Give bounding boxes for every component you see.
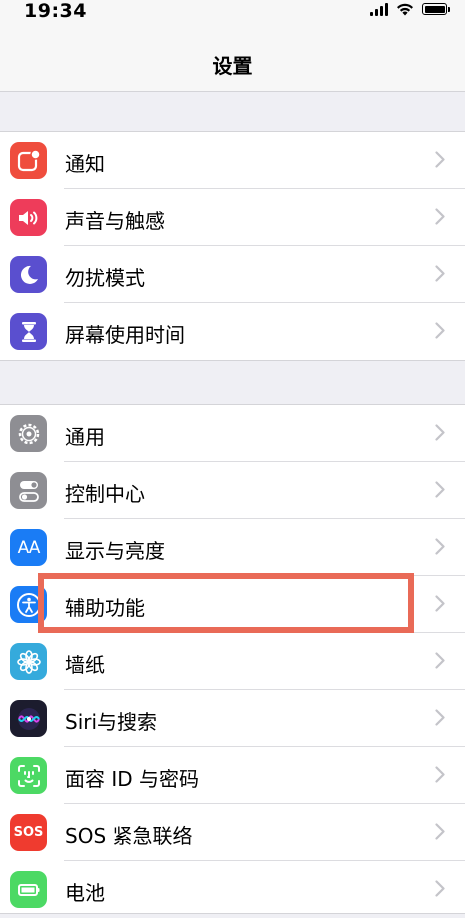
wifi-icon (397, 3, 413, 16)
chevron-right-icon (435, 878, 445, 898)
settings-row-label: 通用 (65, 425, 105, 449)
chevron-right-icon (435, 707, 445, 727)
status-bar: 19:34 (0, 0, 465, 22)
siri-icon (10, 700, 47, 737)
chevron-right-icon (435, 479, 445, 499)
chevron-right-icon (435, 536, 445, 556)
speaker-icon (10, 199, 47, 236)
accessibility-icon (10, 586, 47, 623)
settings-row-accessibility[interactable]: 辅助功能 (0, 576, 465, 633)
settings-row-label: 勿扰模式 (65, 266, 145, 290)
settings-row-general[interactable]: 通用 (0, 405, 465, 462)
settings-row-emergency-sos[interactable]: SOS SOS 紧急联络 (0, 804, 465, 861)
settings-row-wallpaper[interactable]: 墙纸 (0, 633, 465, 690)
settings-row-label: 显示与亮度 (65, 539, 165, 563)
settings-row-label: 面容 ID 与密码 (65, 767, 200, 791)
chevron-right-icon (435, 320, 445, 340)
status-icons (370, 2, 450, 16)
settings-row-battery[interactable]: 电池 (0, 861, 465, 918)
chevron-right-icon (435, 263, 445, 283)
settings-row-notifications[interactable]: 通知 (0, 132, 465, 189)
face-id-icon (10, 757, 47, 794)
sos-icon: SOS (10, 814, 47, 851)
chevron-right-icon (435, 821, 445, 841)
settings-row-sounds-haptics[interactable]: 声音与触感 (0, 189, 465, 246)
cellular-signal-icon (370, 2, 388, 16)
settings-row-screen-time[interactable]: 屏幕使用时间 (0, 303, 465, 360)
settings-row-label: 墙纸 (65, 653, 105, 677)
settings-row-face-id-passcode[interactable]: 面容 ID 与密码 (0, 747, 465, 804)
chevron-right-icon (435, 764, 445, 784)
navigation-bar: 设置 (0, 22, 465, 92)
settings-row-label: Siri与搜索 (65, 710, 158, 734)
settings-row-label: 辅助功能 (65, 596, 145, 620)
chevron-right-icon (435, 650, 445, 670)
chevron-right-icon (435, 593, 445, 613)
settings-row-siri-search[interactable]: Siri与搜索 (0, 690, 465, 747)
settings-row-display-brightness[interactable]: AA 显示与亮度 (0, 519, 465, 576)
hourglass-icon (10, 313, 47, 350)
text-size-icon: AA (10, 529, 47, 566)
settings-group-2: 通用 控制中心 AA 显示与亮度 辅助功能 墙纸 Siri与搜索 面容 ID 与… (0, 404, 465, 914)
status-time: 19:34 (24, 0, 87, 22)
toggles-icon (10, 472, 47, 509)
moon-icon (10, 256, 47, 293)
flower-icon (10, 643, 47, 680)
battery-icon (10, 871, 47, 908)
page-title: 设置 (212, 54, 253, 78)
notifications-icon (10, 142, 47, 179)
settings-row-label: 屏幕使用时间 (65, 323, 185, 347)
settings-row-label: 控制中心 (65, 482, 145, 506)
settings-row-label: 声音与触感 (65, 209, 165, 233)
settings-group-1: 通知 声音与触感 勿扰模式 屏幕使用时间 (0, 131, 465, 361)
settings-row-do-not-disturb[interactable]: 勿扰模式 (0, 246, 465, 303)
settings-row-control-center[interactable]: 控制中心 (0, 462, 465, 519)
gear-icon (10, 415, 47, 452)
settings-row-label: 电池 (65, 881, 105, 905)
battery-status-icon (422, 3, 450, 15)
chevron-right-icon (435, 149, 445, 169)
chevron-right-icon (435, 206, 445, 226)
settings-row-label: 通知 (65, 152, 105, 176)
settings-row-label: SOS 紧急联络 (65, 824, 193, 848)
chevron-right-icon (435, 422, 445, 442)
